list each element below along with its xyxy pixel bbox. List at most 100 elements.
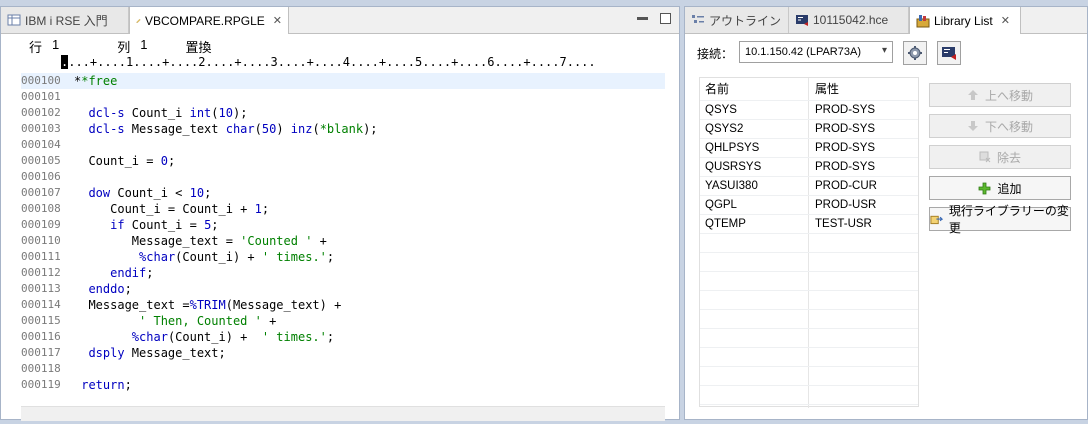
editor-tab-bar: IBM i RSE 入門 VBCOMPARE.RPGLE ✕: [1, 7, 679, 34]
maximize-button[interactable]: [660, 13, 671, 24]
empty-row: [700, 233, 918, 253]
row-label: 行: [29, 40, 43, 55]
line-source: Message_text = 'Counted ' +: [74, 234, 327, 248]
button-label: 下へ移動: [984, 119, 1033, 134]
remove-icon: [979, 151, 991, 163]
code-line[interactable]: 000107 dow Count_i < 10;: [21, 185, 665, 201]
code-area[interactable]: 000100 **free 000101 000102 dcl-s Count_i i…: [21, 73, 665, 406]
cursor-position-bar: 行 1 列 1 置換: [29, 37, 212, 56]
tab-hce-file[interactable]: 10115042.hce: [789, 7, 909, 33]
line-number: 000102: [21, 106, 61, 119]
line-number: 000100: [21, 74, 61, 87]
line-number: 000119: [21, 378, 61, 391]
code-line[interactable]: 000112 endif;: [21, 265, 665, 281]
code-line[interactable]: 000104: [21, 137, 665, 153]
code-line[interactable]: 000100 **free: [21, 73, 665, 89]
line-source: Count_i = Count_i + 1;: [74, 202, 270, 216]
column-ruler: ....+....1....+....2....+....3....+....4…: [61, 55, 596, 69]
line-number: 000113: [21, 282, 61, 295]
arrow-up-icon: [967, 90, 978, 100]
code-line[interactable]: 000111 %char(Count_i) + ' times.';: [21, 249, 665, 265]
row-value: 1: [52, 37, 60, 52]
line-source: enddo;: [88, 282, 132, 296]
library-row[interactable]: QGPL PROD-USR: [700, 195, 918, 215]
code-line[interactable]: 000119 return;: [21, 377, 665, 393]
table-icon: [7, 14, 21, 26]
line-number: 000118: [21, 362, 61, 375]
library-row[interactable]: QSYS PROD-SYS: [700, 100, 918, 120]
vertical-scrollbar[interactable]: [665, 37, 679, 407]
column-header-name[interactable]: 名前: [700, 78, 729, 100]
library-attribute: PROD-USR: [815, 199, 877, 211]
line-number: 000115: [21, 314, 61, 327]
close-icon[interactable]: ✕: [273, 14, 282, 27]
line-number: 000104: [21, 138, 61, 151]
line-source: dcl-s Message_text char(50) inz(*blank);: [88, 122, 378, 136]
add-button[interactable]: 追加: [929, 176, 1071, 200]
terminal-icon: [942, 47, 956, 60]
column-header-attribute[interactable]: 属性: [810, 78, 839, 100]
connection-dropdown[interactable]: 10.1.150.42 (LPAR73A) ▾: [739, 41, 893, 63]
line-number: 000106: [21, 170, 61, 183]
library-name: QGPL: [705, 199, 737, 211]
code-line[interactable]: 000108 Count_i = Count_i + 1;: [21, 201, 665, 217]
code-line[interactable]: 000117 dsply Message_text;: [21, 345, 665, 361]
empty-row: [700, 366, 918, 386]
tab-outline[interactable]: アウトライン: [685, 7, 789, 33]
connection-value: 10.1.150.42 (LPAR73A): [745, 46, 861, 58]
code-line[interactable]: 000116 %char(Count_i) + ' times.';: [21, 329, 665, 345]
library-row[interactable]: QUSRSYS PROD-SYS: [700, 157, 918, 177]
outline-icon: [692, 15, 704, 23]
code-line[interactable]: 000105 Count_i = 0;: [21, 153, 665, 169]
tab-vbcompare-rpgle[interactable]: VBCOMPARE.RPGLE ✕: [129, 7, 289, 34]
line-number: 000116: [21, 330, 61, 343]
empty-row: [700, 385, 918, 405]
empty-row: [700, 347, 918, 367]
library-row[interactable]: QSYS2 PROD-SYS: [700, 119, 918, 139]
edit-mode: 置換: [185, 40, 212, 55]
line-source: if Count_i = 5;: [110, 218, 219, 232]
settings-button[interactable]: [903, 41, 927, 65]
line-source: return;: [81, 378, 132, 392]
tab-label: VBCOMPARE.RPGLE: [144, 13, 265, 28]
library-name: QTEMP: [705, 218, 746, 230]
horizontal-scrollbar[interactable]: [21, 406, 665, 421]
code-line[interactable]: 000103 dcl-s Message_text char(50) inz(*…: [21, 121, 665, 137]
terminal-icon: [796, 15, 808, 26]
chevron-down-icon: ▾: [881, 45, 887, 56]
code-line[interactable]: 000101: [21, 89, 665, 105]
line-source: endif;: [110, 266, 154, 280]
code-line[interactable]: 000114 Message_text =%TRIM(Message_text)…: [21, 297, 665, 313]
empty-row: [700, 328, 918, 348]
button-label: 除去: [996, 150, 1021, 165]
move-up-button[interactable]: 上へ移動: [929, 83, 1071, 107]
open-terminal-button[interactable]: [937, 41, 961, 65]
code-line[interactable]: 000118: [21, 361, 665, 377]
tab-library-list[interactable]: Library List ✕: [909, 7, 1021, 34]
change-current-library-button[interactable]: 現行ライブラリーの変更: [929, 204, 1071, 235]
line-source: %char(Count_i) + ' times.';: [139, 250, 335, 264]
code-line[interactable]: 000113 enddo;: [21, 281, 665, 297]
ruler-text: ...+....1....+....2....+....3....+....4.…: [68, 55, 596, 69]
code-line[interactable]: 000102 dcl-s Count_i int(10);: [21, 105, 665, 121]
close-icon[interactable]: ✕: [1001, 14, 1010, 27]
line-number: 000114: [21, 298, 61, 311]
line-number: 000103: [21, 122, 61, 135]
move-down-button[interactable]: 下へ移動: [929, 114, 1071, 138]
tab-label: Library List: [934, 13, 993, 28]
gear-icon: [908, 46, 922, 60]
button-label: 現行ライブラリーの変更: [948, 204, 1069, 235]
code-line[interactable]: 000109 if Count_i = 5;: [21, 217, 665, 233]
line-number: 000110: [21, 234, 61, 247]
empty-row: [700, 271, 918, 291]
code-line[interactable]: 000110 Message_text = 'Counted ' +: [21, 233, 665, 249]
library-row[interactable]: QTEMP TEST-USR: [700, 214, 918, 234]
library-row[interactable]: QHLPSYS PROD-SYS: [700, 138, 918, 158]
minimize-button[interactable]: [637, 17, 648, 20]
remove-button[interactable]: 除去: [929, 145, 1071, 169]
library-row[interactable]: YASUI380 PROD-CUR: [700, 176, 918, 196]
library-name: QHLPSYS: [705, 142, 760, 154]
code-line[interactable]: 000115 ' Then, Counted ' +: [21, 313, 665, 329]
code-line[interactable]: 000106: [21, 169, 665, 185]
tab-ibmi-rse-intro[interactable]: IBM i RSE 入門: [1, 7, 129, 33]
